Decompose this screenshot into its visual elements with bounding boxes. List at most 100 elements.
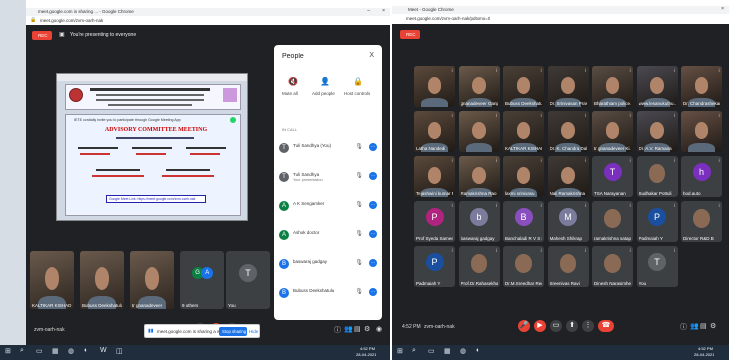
mic-icon[interactable]: 🎙 xyxy=(355,259,363,266)
mic-icon[interactable]: 🎙 xyxy=(355,230,363,237)
hide-button[interactable]: Hide xyxy=(249,329,258,334)
right-close-icon[interactable]: × xyxy=(721,6,724,12)
info-icon[interactable]: ⓘ xyxy=(334,325,341,335)
video-tile[interactable]: ⁝ Bubuss Deekshatu... xyxy=(503,66,544,107)
video-tile[interactable]: ⁝ Ramakrishna Rao xyxy=(458,156,500,197)
mute-all-icon[interactable]: 🔇 xyxy=(288,77,298,86)
video-tile[interactable]: ⁝ tr gnanadeveer Ki... xyxy=(592,111,633,152)
avatar-tile[interactable]: B ⁝ Banchaladi R V S Ra... xyxy=(503,201,544,242)
people-icon[interactable]: 👥 xyxy=(344,325,353,333)
more-options-icon[interactable]: ⋯ xyxy=(369,259,377,267)
participant-tile[interactable]: GA9 others xyxy=(180,251,224,309)
right-windows-start-icon[interactable]: ⊞ xyxy=(397,347,403,355)
tile-name: Sudhakar Pottuli xyxy=(638,191,672,196)
video-tile[interactable]: ⁝ Bharathiam police... xyxy=(592,66,633,107)
more-options-icon[interactable]: ⋯ xyxy=(369,230,377,238)
activities-icon[interactable]: ⚙ xyxy=(364,325,370,333)
right-edge-icon[interactable]: ◐ xyxy=(476,347,480,354)
more-options-icon[interactable]: ⋯ xyxy=(369,143,377,151)
mic-icon[interactable]: 🎙 xyxy=(355,143,363,150)
right-present-button[interactable]: ⬆ xyxy=(566,320,578,332)
video-tile[interactable]: ⁝ laxmi srinivasu xyxy=(503,156,544,197)
stop-sharing-button[interactable]: Stop sharing xyxy=(219,327,247,336)
chrome-icon[interactable]: ◍ xyxy=(68,347,74,355)
left-addressbar[interactable]: 🔒 meet.google.com/zvm-oarh-nak xyxy=(26,16,390,25)
avatar-tile[interactable]: ⁝ Sudhakar Pottuli xyxy=(636,156,678,197)
avatar-tile[interactable]: M ⁝ Mahesh Shikrap xyxy=(547,201,589,242)
minimize-icon[interactable]: – xyxy=(367,8,370,14)
more-options-icon[interactable]: ⋯ xyxy=(369,172,377,180)
right-end-call-button[interactable]: ☎ xyxy=(598,320,614,332)
add-people-label[interactable]: Add people xyxy=(312,91,335,96)
video-tile[interactable]: ⁝ Latha Nandedi xyxy=(414,111,455,152)
right-people-icon[interactable]: 👥 xyxy=(690,322,699,330)
avatar-tile[interactable]: ⁝ Prof.Dr.Rahasekha... xyxy=(458,246,500,287)
video-tile[interactable]: ⁝ Tejashwini kumar Rao xyxy=(414,156,455,197)
video-tile[interactable]: ⁝ Nali Ramakrishna xyxy=(547,156,589,197)
store-icon[interactable]: ◫ xyxy=(116,347,123,355)
video-tile[interactable]: ⁝ xyxy=(458,111,500,152)
avatar-tile[interactable]: P ⁝ Padmaiah Y xyxy=(414,246,455,287)
video-tile[interactable]: ⁝ Dr. K. Chandra Dalal Ki... xyxy=(547,111,589,152)
right-captions-button[interactable]: ▭ xyxy=(550,320,562,332)
avatar-tile[interactable]: P ⁝ Padmaiah Y xyxy=(636,201,678,242)
mute-all-label[interactable]: Mute all xyxy=(282,91,298,96)
host-controls-icon[interactable]: 🔒 xyxy=(353,77,363,86)
avatar-tile[interactable]: h ⁝ hod.auto xyxy=(681,156,722,197)
tile-name: Dinesh Narasimhe xyxy=(594,281,631,286)
right-activities-icon[interactable]: ⚙ xyxy=(710,322,716,330)
video-tile[interactable]: ⁝ Dr. Srinivasan Prasad xyxy=(547,66,589,107)
right-search-icon[interactable]: ⌕ xyxy=(412,347,416,355)
more-options-icon[interactable]: ⋯ xyxy=(369,288,377,296)
video-tile[interactable]: ⁝ Dr. Chandrashekar xyxy=(681,66,722,107)
avatar-tile[interactable]: ⁝ Sreenivas Ravi xyxy=(547,246,589,287)
participant-row[interactable]: A A K Sengamker 🎙 ⋯ xyxy=(279,199,377,215)
participant-tile[interactable]: Bubuss Deekshatulu xyxy=(80,251,124,309)
windows-start-icon[interactable]: ⊞ xyxy=(5,347,11,355)
avatar-tile[interactable]: ⁝ Dr.M.Sreedhar Reddy xyxy=(503,246,544,287)
right-more-button[interactable]: ⋮ xyxy=(582,320,594,332)
more-options-icon[interactable]: ⋯ xyxy=(369,201,377,209)
mic-icon[interactable]: 🎙 xyxy=(355,172,363,179)
video-tile[interactable]: ⁝ gnanadeveer Ganp... xyxy=(458,66,500,107)
avatar-tile[interactable]: ⁝ ramakrishna satapa... xyxy=(592,201,633,242)
video-tile[interactable]: ⁝ xyxy=(414,66,455,107)
participant-row[interactable]: T Tuli Sandhya Your presentation 🎙 ⋯ xyxy=(279,170,377,186)
close-icon[interactable]: × xyxy=(382,8,385,14)
chat-icon[interactable]: ▤ xyxy=(354,325,361,333)
video-tile[interactable]: ⁝ xyxy=(681,111,722,152)
avatar-tile[interactable]: b ⁝ baswaraj gadgay xyxy=(458,201,500,242)
video-tile[interactable]: ⁝ KALTIKAR KISHAD xyxy=(503,111,544,152)
video-tile[interactable]: ⁝ www.lesanukuthu... xyxy=(636,66,678,107)
mic-icon[interactable]: 🎙 xyxy=(355,288,363,295)
avatar-tile[interactable]: T ⁝ TSA Narayanan xyxy=(592,156,633,197)
participant-row[interactable]: T Tuli Sandhya (You) 🎙 ⋯ xyxy=(279,141,377,157)
video-tile[interactable]: ⁝ Dr. A.V. Ramana xyxy=(636,111,678,152)
avatar-tile[interactable]: ⁝ Dinesh Narasimhe xyxy=(592,246,633,287)
right-addressbar[interactable]: meet.google.com/zvm-oarh-nak/pdtxmo=0 xyxy=(392,14,729,24)
participant-row[interactable]: A Ashok doctor 🎙 ⋯ xyxy=(279,228,377,244)
right-mic-button[interactable]: 🎤 xyxy=(518,320,530,332)
lock-meeting-icon[interactable]: ◉ xyxy=(376,325,382,333)
right-taskview-icon[interactable]: ▭ xyxy=(428,347,435,355)
participant-tile[interactable]: KALTIKAR KISHAD xyxy=(30,251,74,309)
avatar-tile[interactable]: P ⁝ Prof Syeda Sameen ... xyxy=(414,201,455,242)
taskview-icon[interactable]: ▭ xyxy=(36,347,43,355)
mic-icon[interactable]: 🎙 xyxy=(355,201,363,208)
right-chrome-icon[interactable]: ◍ xyxy=(460,347,466,355)
search-icon[interactable]: ⌕ xyxy=(20,347,24,355)
add-people-icon[interactable]: 👤 xyxy=(320,77,330,86)
participant-tile[interactable]: T You xyxy=(226,251,270,309)
right-info-icon[interactable]: ⓘ xyxy=(680,322,687,332)
avatar-tile[interactable]: ⁝ Director R&D B xyxy=(681,201,722,242)
avatar-tile[interactable]: T ⁝ You xyxy=(636,246,678,287)
participant-tile[interactable]: tr gnanadeveer xyxy=(130,251,174,309)
right-chat-icon[interactable]: ▤ xyxy=(700,322,707,330)
host-controls-label[interactable]: Host controls xyxy=(344,91,370,96)
explorer-icon[interactable]: ▦ xyxy=(52,347,59,355)
word-icon[interactable]: W xyxy=(100,347,107,354)
right-explorer-icon[interactable]: ▦ xyxy=(444,347,451,355)
close-panel-icon[interactable]: X xyxy=(369,52,374,59)
right-camera-button[interactable]: ▶ xyxy=(534,320,546,332)
edge-icon[interactable]: ◐ xyxy=(84,347,88,354)
